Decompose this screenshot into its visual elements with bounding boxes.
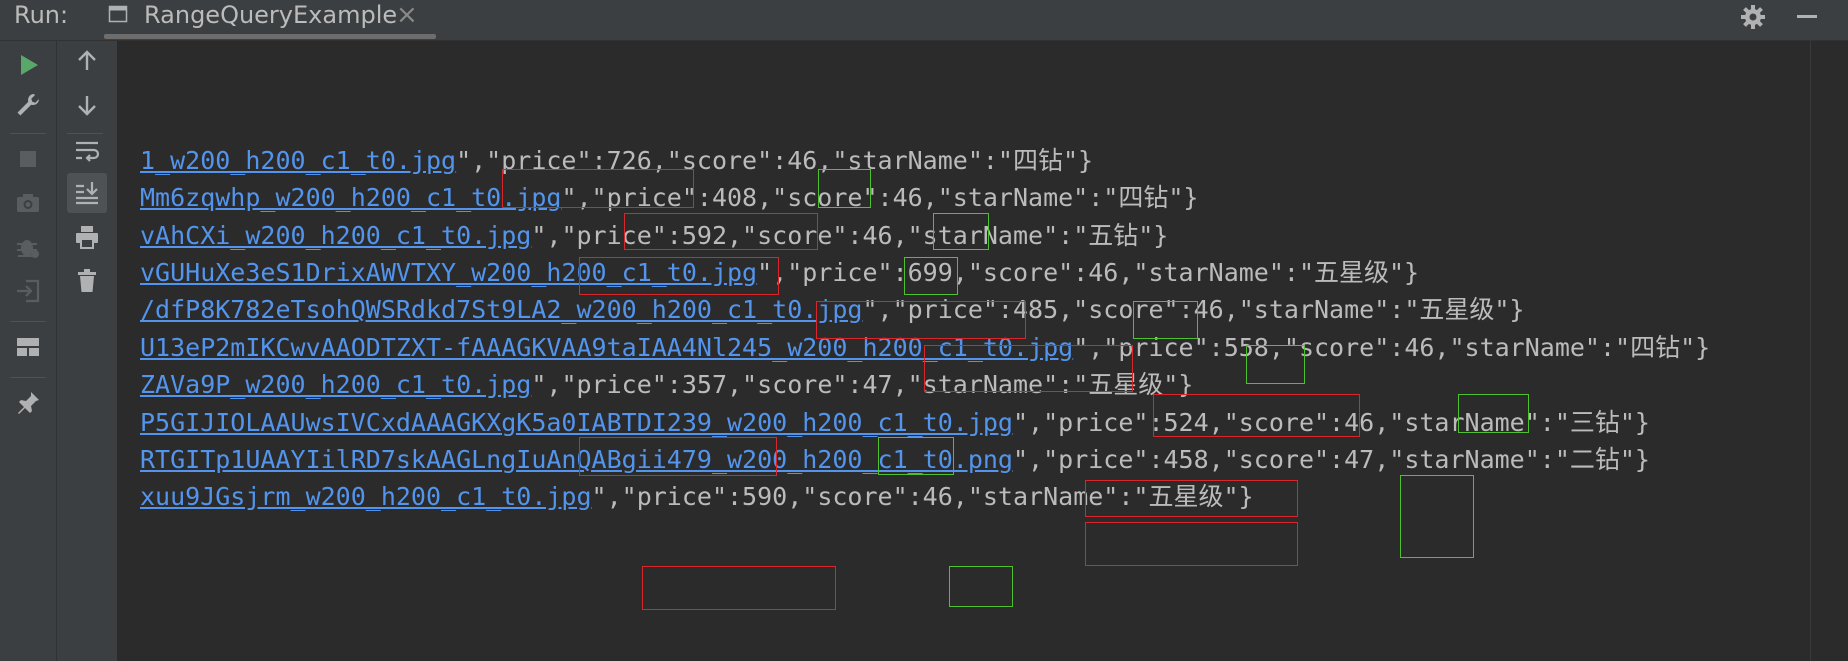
console-tab-icon	[108, 4, 128, 24]
price-highlight-box	[1153, 394, 1360, 437]
down-arrow-icon[interactable]	[67, 85, 107, 125]
price-highlight-box	[1085, 522, 1298, 566]
wrench-icon[interactable]	[8, 85, 48, 125]
score-highlight-box	[904, 257, 958, 295]
tab-range-query-example[interactable]: RangeQueryExample ×	[100, 0, 438, 34]
minimize-icon[interactable]	[1792, 2, 1822, 32]
score-highlight-box	[818, 169, 871, 208]
image-link[interactable]: P5GIJIOLAAUwsIVCxdAAAGKXgK5a0IABTDI239_w…	[140, 408, 1013, 437]
price-highlight-box	[924, 345, 1133, 392]
run-icon[interactable]	[8, 45, 48, 85]
score-highlight-box	[1400, 475, 1474, 558]
print-icon[interactable]	[67, 217, 107, 257]
score-highlight-box	[1133, 301, 1198, 339]
up-arrow-icon[interactable]	[67, 41, 107, 81]
price-highlight-box	[1085, 480, 1298, 517]
image-link[interactable]: Mm6zqwhp_w200_h200_c1_t0.jpg	[140, 183, 561, 212]
price-highlight-box	[579, 437, 777, 476]
image-link[interactable]: xuu9JGsjrm_w200_h200_c1_t0.jpg	[140, 482, 592, 511]
toolbar-divider	[10, 377, 46, 378]
score-highlight-box	[949, 566, 1013, 607]
json-text: ","price":699,"score":46,"starName":"五星级…	[757, 258, 1420, 287]
scroll-to-end-icon[interactable]	[67, 173, 107, 213]
exit-icon[interactable]	[8, 271, 48, 311]
price-highlight-box	[816, 301, 1026, 339]
image-link[interactable]: vAhCXi_w200_h200_c1_t0.jpg	[140, 221, 531, 250]
layout-icon[interactable]	[8, 327, 48, 367]
console-actions-toolbar	[57, 41, 118, 661]
trash-icon[interactable]	[67, 261, 107, 301]
close-icon[interactable]: ×	[396, 0, 418, 30]
run-tool-window-header: Run: RangeQueryExample ×	[0, 0, 1848, 41]
score-highlight-box	[1246, 345, 1305, 384]
vertical-scrollbar[interactable]	[1810, 41, 1848, 661]
image-link[interactable]: /dfP8K782eTsohQWSRdkd7St9LA2_w200_h200_c…	[140, 295, 862, 324]
score-highlight-box	[1458, 394, 1529, 433]
price-highlight-box	[579, 257, 779, 295]
soft-wrap-icon[interactable]	[67, 131, 107, 171]
run-label: Run:	[14, 1, 69, 29]
image-link[interactable]: 1_w200_h200_c1_t0.jpg	[140, 146, 456, 175]
image-link[interactable]: ZAVa9P_w200_h200_c1_t0.jpg	[140, 370, 531, 399]
tab-title: RangeQueryExample	[144, 1, 398, 29]
tab-selection-indicator	[104, 34, 436, 39]
debug-icon[interactable]	[8, 227, 48, 267]
score-highlight-box	[933, 213, 989, 250]
console-line: vGUHuXe3eS1DrixAWVTXY_w200_h200_c1_t0.jp…	[140, 253, 1419, 293]
pin-icon[interactable]	[8, 383, 48, 423]
score-highlight-box	[878, 437, 954, 475]
price-highlight-box	[624, 213, 818, 250]
price-highlight-box	[642, 566, 836, 610]
json-text: ","price":458,"score":47,"starName":"二钻"…	[1012, 445, 1650, 474]
toolbar-divider	[10, 133, 46, 134]
toolbar-divider	[10, 321, 46, 322]
gear-icon[interactable]	[1738, 2, 1768, 32]
run-actions-toolbar	[0, 41, 57, 661]
price-highlight-box	[502, 169, 694, 208]
camera-icon[interactable]	[8, 183, 48, 223]
stop-icon[interactable]	[8, 139, 48, 179]
